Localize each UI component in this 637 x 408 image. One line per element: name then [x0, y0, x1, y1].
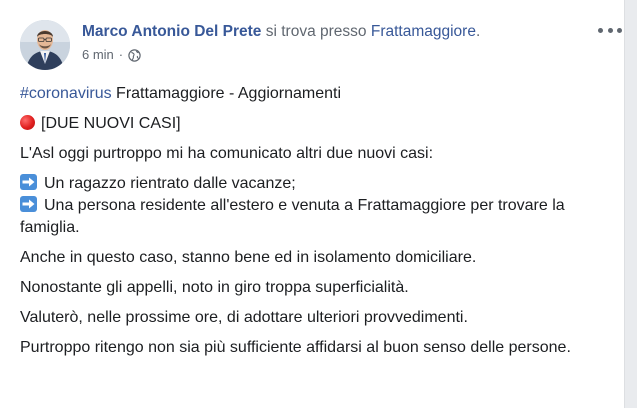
- alert-text: [DUE NUOVI CASI]: [41, 115, 181, 132]
- body-paragraph: Purtroppo ritengo non sia più sufficient…: [20, 339, 571, 356]
- headline-line: #coronavirus Frattamaggiore - Aggiorname…: [20, 83, 610, 105]
- facebook-post: Marco Antonio Del Prete si trova presso …: [0, 0, 625, 408]
- author-name-link[interactable]: Marco Antonio Del Prete: [82, 23, 261, 40]
- location-link[interactable]: Frattamaggiore: [371, 23, 476, 40]
- more-dot: [617, 27, 622, 33]
- more-options-icon[interactable]: [598, 22, 622, 38]
- globe-icon[interactable]: [128, 48, 141, 62]
- more-dot: [598, 27, 603, 33]
- intro-paragraph: L'Asl oggi purtroppo mi ha comunicato al…: [20, 145, 434, 162]
- body-paragraph: Valuterò, nelle prossime ore, di adottar…: [20, 309, 468, 326]
- hashtag-link[interactable]: #coronavirus: [20, 85, 112, 102]
- post-header: Marco Antonio Del Prete si trova presso …: [82, 22, 480, 42]
- bullet-item: Una persona residente all'estero e venut…: [20, 195, 610, 239]
- author-avatar[interactable]: [20, 20, 70, 70]
- bullet-text: Una persona residente all'estero e venut…: [20, 197, 565, 236]
- headline-text: Frattamaggiore - Aggiornamenti: [111, 85, 342, 102]
- location-prefix: si trova presso: [265, 23, 367, 40]
- post-timestamp[interactable]: 6 min: [82, 46, 114, 64]
- bullet-text: Un ragazzo rientrato dalle vacanze;: [44, 175, 296, 192]
- post-content: #coronavirus Frattamaggiore - Aggiorname…: [20, 83, 610, 359]
- meta-separator: ·: [118, 47, 124, 62]
- bullet-item: Un ragazzo rientrato dalle vacanze;: [20, 173, 610, 195]
- alert-line: [DUE NUOVI CASI]: [20, 113, 610, 135]
- body-paragraph: Nonostante gli appelli, noto in giro tro…: [20, 279, 409, 296]
- more-dot: [607, 27, 613, 33]
- right-arrow-icon: [20, 174, 37, 190]
- post-meta: 6 min ·: [82, 46, 141, 64]
- red-circle-icon: [20, 115, 35, 130]
- right-arrow-icon: [20, 196, 37, 212]
- location-suffix: .: [475, 23, 481, 40]
- body-paragraph: Anche in questo caso, stanno bene ed in …: [20, 249, 477, 266]
